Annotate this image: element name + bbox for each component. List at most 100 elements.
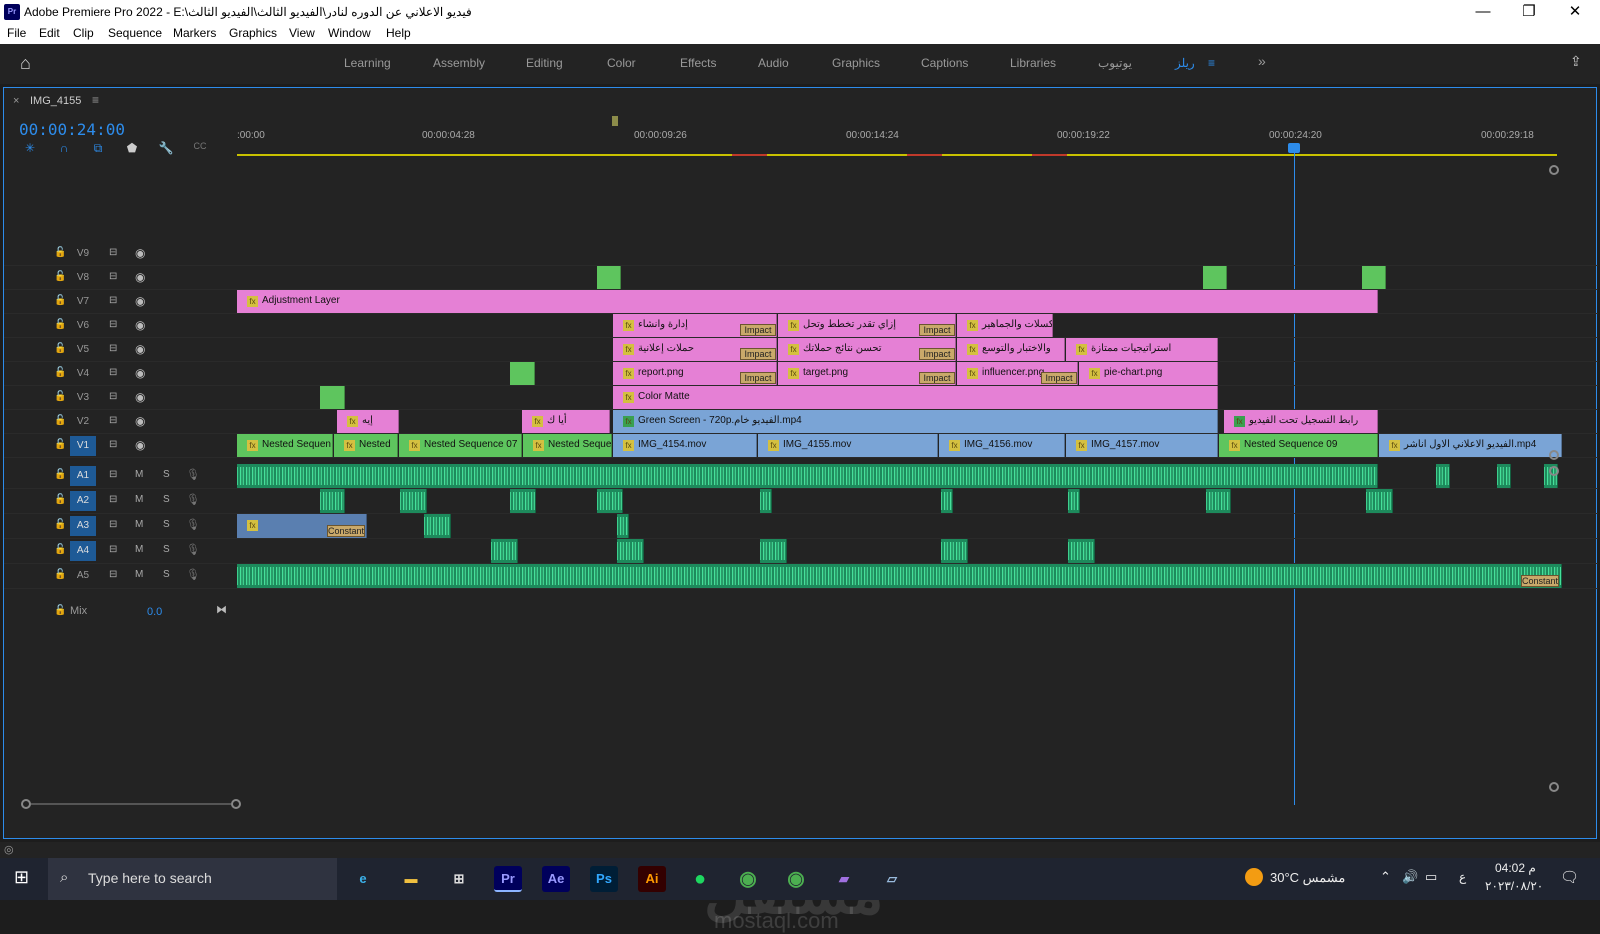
vertical-scroll-handle[interactable]: [1549, 450, 1559, 460]
scroll-handle-right[interactable]: [231, 799, 241, 809]
workspace-tab-graphics[interactable]: Graphics: [832, 56, 880, 70]
timeline-clip[interactable]: fxالبكسلات والجماهير: [957, 314, 1053, 337]
media-app-icon[interactable]: ▰: [830, 866, 858, 892]
home-icon[interactable]: ⌂: [20, 53, 31, 74]
timeline-clip[interactable]: fx Nested: [334, 434, 398, 457]
menu-file[interactable]: File: [7, 26, 26, 40]
vertical-scroll-handle[interactable]: [1549, 165, 1559, 175]
timeline-clip[interactable]: fx Nested Sequence 07: [399, 434, 522, 457]
workspace-tab-effects[interactable]: Effects: [680, 56, 716, 70]
track-label[interactable]: V5: [70, 340, 96, 360]
store-icon[interactable]: ⊞: [445, 866, 473, 892]
linked-selection-icon[interactable]: ⧉: [90, 141, 106, 157]
workspace-tab-libraries[interactable]: Libraries: [1010, 56, 1056, 70]
track-label[interactable]: A1: [70, 466, 96, 486]
audio-clip[interactable]: [760, 539, 787, 563]
captions-icon[interactable]: CC: [192, 141, 208, 157]
lock-icon[interactable]: 🔓: [54, 469, 66, 480]
scroll-track[interactable]: [31, 803, 231, 805]
sync-lock-icon[interactable]: ⊟: [109, 319, 117, 330]
menu-graphics[interactable]: Graphics: [229, 26, 277, 40]
workspace-menu-icon[interactable]: ≡: [1208, 56, 1215, 70]
timeline-clip[interactable]: fx Nested Sequence 09: [1219, 434, 1378, 457]
workspace-tab-captions[interactable]: Captions: [921, 56, 968, 70]
input-language[interactable]: ع: [1459, 870, 1466, 884]
audio-clip[interactable]: [617, 539, 644, 563]
microphone-icon[interactable]: 🎙: [186, 493, 200, 506]
timeline-clip[interactable]: fx IMG_4157.mov: [1066, 434, 1218, 457]
lock-icon[interactable]: 🔓: [54, 605, 66, 616]
lock-icon[interactable]: 🔓: [54, 439, 66, 450]
workspace-tab-audio[interactable]: Audio: [758, 56, 789, 70]
timeline-clip[interactable]: fx Nested Seque: [523, 434, 612, 457]
track-label[interactable]: A5: [70, 566, 96, 586]
track-label[interactable]: V4: [70, 364, 96, 384]
mute-button[interactable]: M: [135, 544, 143, 555]
playhead-timecode[interactable]: 00:00:24:00: [19, 120, 125, 139]
overflow-chevron-icon[interactable]: »: [1258, 53, 1266, 69]
sync-lock-icon[interactable]: ⊟: [109, 519, 117, 530]
weather-sun-icon[interactable]: [1245, 868, 1263, 886]
solo-button[interactable]: S: [163, 469, 170, 480]
track-label[interactable]: V8: [70, 268, 96, 288]
mute-button[interactable]: M: [135, 494, 143, 505]
track-label[interactable]: V2: [70, 412, 96, 432]
mix-volume[interactable]: 0.0: [147, 606, 162, 618]
audio-clip[interactable]: [400, 489, 427, 513]
timeline-clip[interactable]: [320, 386, 345, 409]
clock-date[interactable]: ٢٠٢٣/٠٨/٢٠: [1485, 879, 1543, 893]
weather-text[interactable]: 30°C مشمس: [1270, 870, 1345, 886]
audio-clip[interactable]: [1068, 539, 1095, 563]
eye-icon[interactable]: ◉: [135, 342, 145, 356]
timeline-clip[interactable]: fx أيا ك: [522, 410, 610, 433]
close-button[interactable]: ✕: [1552, 2, 1598, 22]
sync-lock-icon[interactable]: ⊟: [109, 415, 117, 426]
mix-end-icon[interactable]: ⧓: [216, 603, 227, 616]
share-icon[interactable]: ⇪: [1570, 53, 1582, 70]
eye-icon[interactable]: ◉: [135, 318, 145, 332]
audio-clip[interactable]: [237, 464, 1378, 488]
lock-icon[interactable]: 🔓: [54, 367, 66, 378]
workspace-tab-editing[interactable]: Editing: [526, 56, 563, 70]
track-label[interactable]: V7: [70, 292, 96, 312]
timeline-clip[interactable]: [1362, 266, 1386, 289]
lock-icon[interactable]: 🔓: [54, 519, 66, 530]
work-area-bar[interactable]: [237, 154, 1557, 156]
workspace-tab-assembly[interactable]: Assembly: [433, 56, 485, 70]
notes-app-icon[interactable]: ▱: [878, 866, 906, 892]
sync-lock-icon[interactable]: ⊟: [109, 247, 117, 258]
timeline-clip[interactable]: fx إدارة وانشاء Impact: [613, 314, 777, 337]
audio-clip[interactable]: [941, 539, 968, 563]
snap-icon[interactable]: ∩: [56, 141, 72, 157]
menu-view[interactable]: View: [289, 26, 315, 40]
vertical-scroll-handle[interactable]: [1549, 466, 1559, 476]
sequence-tab[interactable]: IMG_4155: [30, 95, 81, 107]
taskbar-search[interactable]: ⌕ Type here to search: [48, 858, 337, 900]
track-label[interactable]: V3: [70, 388, 96, 408]
eye-icon[interactable]: ◉: [135, 270, 145, 284]
audio-clip[interactable]: [1497, 464, 1511, 488]
timeline-clip[interactable]: fx Adjustment Layer: [237, 290, 1378, 313]
timeline-clip[interactable]: fx إيه: [337, 410, 399, 433]
timeline-clip[interactable]: fx إزاي تقدر تخطط وتحل Impact: [778, 314, 956, 337]
microphone-icon[interactable]: 🎙: [186, 568, 200, 581]
audio-clip[interactable]: Constant: [237, 564, 1562, 588]
menu-edit[interactable]: Edit: [39, 26, 60, 40]
lock-icon[interactable]: 🔓: [54, 391, 66, 402]
audio-clip[interactable]: [760, 489, 772, 513]
audio-clip[interactable]: [424, 514, 451, 538]
timeline-clip[interactable]: [597, 266, 621, 289]
audio-clip[interactable]: [1068, 489, 1080, 513]
microphone-icon[interactable]: 🎙: [186, 518, 200, 531]
track-label[interactable]: V9: [70, 244, 96, 264]
timeline-clip[interactable]: fx Green Screen - 720p.الفيديو خام.mp4: [613, 410, 1218, 433]
timeline-clip[interactable]: fx report.png Impact: [613, 362, 777, 385]
time-ruler[interactable]: :00:00 00:00:04:28 00:00:09:26 00:00:14:…: [237, 124, 1571, 158]
workspace-tab-color[interactable]: Color: [607, 56, 636, 70]
mute-button[interactable]: M: [135, 519, 143, 530]
sync-lock-icon[interactable]: ⊟: [109, 367, 117, 378]
lock-icon[interactable]: 🔓: [54, 415, 66, 426]
sequence-marker[interactable]: [612, 116, 618, 126]
horizontal-scrollbar[interactable]: [21, 799, 1566, 809]
sync-lock-icon[interactable]: ⊟: [109, 343, 117, 354]
